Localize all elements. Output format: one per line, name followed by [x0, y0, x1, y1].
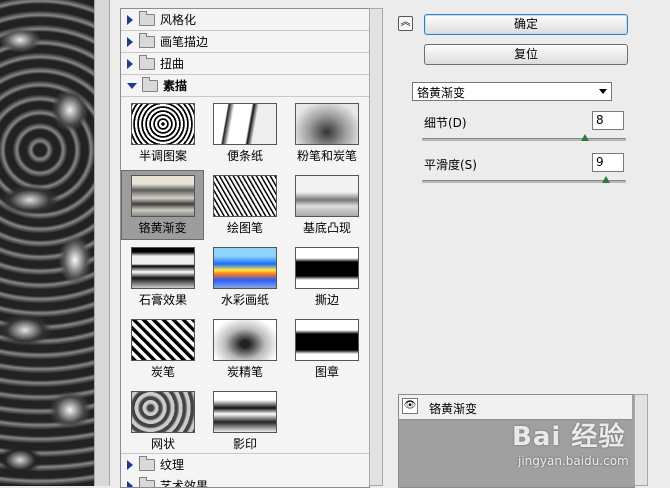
- thumbnail-image: [131, 103, 195, 145]
- thumbnail-label: 粉笔和炭笔: [287, 147, 367, 164]
- thumbnail-image: [131, 247, 195, 289]
- thumbnail-label: 水彩画纸: [205, 291, 285, 308]
- thumb-halftone-pattern[interactable]: 半调图案: [123, 99, 203, 165]
- effect-layer-name: 铬黄渐变: [429, 400, 477, 417]
- thumbnail-image: [213, 391, 277, 433]
- category-sketch[interactable]: 素描: [121, 75, 369, 97]
- expand-triangle-icon: [127, 481, 133, 488]
- gallery-scrollbar[interactable]: [369, 8, 383, 486]
- baidu-watermark: Bai 经验 jingyan.baidu.com: [488, 414, 668, 474]
- smoothness-slider-handle[interactable]: [602, 176, 610, 183]
- thumb-plaster[interactable]: 石膏效果: [123, 243, 203, 309]
- thumbnail-image: [295, 175, 359, 217]
- category-label: 扭曲: [160, 55, 184, 72]
- thumbnail-image: [295, 103, 359, 145]
- thumbnail-image: [213, 175, 277, 217]
- category-brush-strokes[interactable]: 画笔描边: [121, 31, 369, 53]
- thumbnail-label: 基底凸现: [287, 219, 367, 236]
- preview-scrollbar[interactable]: [94, 0, 110, 486]
- thumbnail-image: [131, 175, 195, 217]
- collapse-triangle-icon: [127, 83, 137, 89]
- thumbnail-label: 铬黄渐变: [122, 219, 203, 236]
- thumbnail-image: [131, 319, 195, 361]
- folder-icon: [139, 58, 155, 70]
- smoothness-slider-track[interactable]: [422, 180, 626, 183]
- category-label: 风格化: [160, 11, 196, 28]
- preview-canvas[interactable]: [0, 0, 94, 486]
- thumbnail-image: [295, 247, 359, 289]
- category-label: 纹理: [160, 456, 184, 473]
- thumb-graphic-pen[interactable]: 绘图笔: [205, 171, 285, 237]
- watermark-logo-text: Bai 经验: [512, 416, 625, 453]
- detail-slider-track[interactable]: [422, 138, 626, 141]
- folder-icon: [139, 14, 155, 26]
- smoothness-label: 平滑度(S): [424, 156, 477, 173]
- category-label: 艺术效果: [160, 477, 208, 488]
- expand-triangle-icon: [127, 460, 133, 470]
- thumbnail-image: [131, 391, 195, 433]
- thumb-photocopy[interactable]: 影印: [205, 387, 285, 453]
- thumb-water-paper[interactable]: 水彩画纸: [205, 243, 285, 309]
- expand-triangle-icon: [127, 37, 133, 47]
- folder-open-icon: [142, 80, 158, 92]
- thumb-bas-relief[interactable]: 基底凸现: [287, 171, 367, 237]
- detail-label: 细节(D): [424, 114, 467, 131]
- thumbnail-label: 炭精笔: [205, 363, 285, 380]
- chevron-down-icon: [599, 89, 607, 94]
- ok-button[interactable]: 确定: [424, 14, 628, 35]
- filter-gallery: 风格化 画笔描边 扭曲 素描 半调图案 便条纸 粉笔和炭笔 铬黄渐变: [120, 8, 370, 488]
- folder-icon: [139, 480, 155, 488]
- folder-icon: [139, 459, 155, 471]
- thumbnail-label: 绘图笔: [205, 219, 285, 236]
- expand-triangle-icon: [127, 15, 133, 25]
- thumbnail-image: [213, 247, 277, 289]
- detail-slider-handle[interactable]: [581, 134, 589, 141]
- category-texture[interactable]: 纹理: [121, 453, 369, 476]
- thumb-conte-crayon[interactable]: 炭精笔: [205, 315, 285, 381]
- thumbnail-grid: 半调图案 便条纸 粉笔和炭笔 铬黄渐变 绘图笔 基底凸现 石膏效果 水彩画: [121, 97, 369, 467]
- thumbnail-label: 半调图案: [123, 147, 203, 164]
- thumbnail-image: [213, 103, 277, 145]
- thumb-note-paper[interactable]: 便条纸: [205, 99, 285, 165]
- detail-input[interactable]: 8: [592, 111, 624, 130]
- category-artistic[interactable]: 艺术效果: [121, 475, 369, 488]
- thumbnail-label: 撕边: [287, 291, 367, 308]
- thumbnail-label: 网状: [123, 435, 203, 452]
- thumb-charcoal[interactable]: 炭笔: [123, 315, 203, 381]
- filter-select[interactable]: 铬黄渐变: [412, 82, 612, 101]
- thumb-chalk-charcoal[interactable]: 粉笔和炭笔: [287, 99, 367, 165]
- category-label: 素描: [163, 77, 187, 94]
- reset-button[interactable]: 复位: [424, 44, 628, 65]
- thumbnail-label: 便条纸: [205, 147, 285, 164]
- expand-triangle-icon: [127, 59, 133, 69]
- category-stylize[interactable]: 风格化: [121, 9, 369, 31]
- thumbnail-label: 图章: [287, 363, 367, 380]
- thumbnail-image: [213, 319, 277, 361]
- folder-icon: [139, 36, 155, 48]
- filter-select-value: 铬黄渐变: [417, 84, 465, 101]
- thumb-chrome[interactable]: 铬黄渐变: [121, 170, 204, 240]
- watermark-url: jingyan.baidu.com: [518, 454, 629, 468]
- smoothness-input[interactable]: 9: [592, 153, 624, 172]
- thumb-torn-edges[interactable]: 撕边: [287, 243, 367, 309]
- category-distort[interactable]: 扭曲: [121, 53, 369, 75]
- thumb-reticulation[interactable]: 网状: [123, 387, 203, 453]
- category-label: 画笔描边: [160, 33, 208, 50]
- thumbnail-image: [295, 319, 359, 361]
- eye-icon[interactable]: 👁: [402, 398, 418, 414]
- thumbnail-label: 影印: [205, 435, 285, 452]
- double-chevron-up-icon[interactable]: ︽: [398, 16, 413, 31]
- thumb-stamp[interactable]: 图章: [287, 315, 367, 381]
- thumbnail-label: 炭笔: [123, 363, 203, 380]
- thumbnail-label: 石膏效果: [123, 291, 203, 308]
